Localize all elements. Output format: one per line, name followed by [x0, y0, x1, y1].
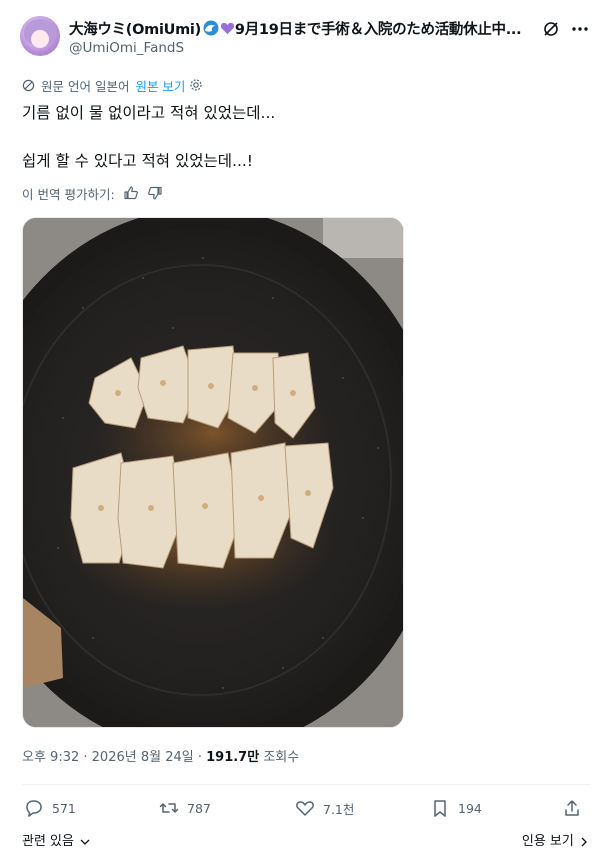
post-header: 大海ウミ(OmiUmi) 9月19日まで手術＆入院のため活動休止中... @Um…	[20, 16, 590, 62]
bookmark-icon	[434, 800, 446, 817]
meta-separator: ·	[79, 750, 92, 765]
gyoza-pan-image	[23, 218, 403, 727]
show-original-link[interactable]: 원본 보기	[135, 76, 185, 95]
views-count: 191.7만	[206, 750, 260, 765]
repost-count: 787	[187, 800, 211, 816]
grok-icon[interactable]	[542, 20, 560, 38]
name-row[interactable]: 大海ウミ(OmiUmi) 9月19日まで手術＆入院のため活動休止中...	[69, 18, 539, 38]
quote-view-link[interactable]: 인용 보기	[522, 830, 588, 849]
repost-icon	[159, 803, 179, 813]
reply-count: 571	[52, 800, 76, 816]
views-label: 조회수	[263, 750, 300, 765]
translate-icon	[22, 79, 35, 91]
more-icon[interactable]	[570, 20, 590, 38]
meta-separator-2: ·	[193, 750, 207, 765]
bookmark-button[interactable]: 194	[430, 795, 482, 821]
chevron-right-icon	[581, 837, 587, 846]
share-icon	[565, 800, 579, 816]
post-line-1: 기름 없이 물 없이라고 적혀 있었는데...	[22, 104, 276, 122]
share-button[interactable]	[562, 795, 590, 821]
heart-icon	[296, 801, 314, 816]
related-dropdown[interactable]: 관련 있음	[22, 830, 90, 849]
post-text: 기름 없이 물 없이라고 적혀 있었는데... 쉽게 할 수 있다고 적혀 있었…	[22, 101, 582, 173]
related-label: 관련 있음	[22, 834, 74, 849]
action-bar: 571 787 7.1천 194	[22, 795, 588, 821]
rate-translation-row: 이 번역 평가하기:	[22, 183, 163, 203]
post-date[interactable]: 2026년 8월 24일	[92, 750, 194, 765]
translation-note: 원문 언어 일본어	[41, 78, 130, 94]
avatar-face	[31, 30, 49, 48]
post-time[interactable]: 오후 9:32	[22, 750, 79, 765]
avatar[interactable]	[20, 16, 60, 56]
translation-note-row: 원문 언어 일본어 원본 보기	[22, 76, 203, 94]
gear-icon[interactable]	[189, 78, 203, 92]
quote-view-label: 인용 보기	[521, 834, 574, 849]
post-line-2: 쉽게 할 수 있다고 적혀 있었는데...!	[22, 152, 254, 170]
repost-button[interactable]: 787	[159, 795, 211, 821]
purple-heart-icon	[220, 22, 235, 34]
thumbs-down-icon[interactable]	[147, 185, 163, 201]
footer-row: 관련 있음 인용 보기	[22, 830, 588, 850]
display-name[interactable]: 大海ウミ(OmiUmi)	[69, 18, 201, 38]
chevron-down-icon	[80, 839, 90, 845]
bookmark-count: 194	[458, 800, 482, 816]
like-button[interactable]: 7.1천	[295, 795, 354, 821]
reply-button[interactable]: 571	[24, 795, 76, 821]
status-text: 9月19日まで手術＆入院のため活動休止中...	[234, 21, 522, 38]
post-meta-row: 오후 9:32 · 2026년 8월 24일 · 191.7만 조회수	[22, 746, 299, 765]
wave-icon	[203, 20, 219, 36]
rate-translation-label: 이 번역 평가하기:	[22, 186, 115, 202]
divider	[22, 784, 590, 785]
reply-icon	[26, 800, 42, 817]
handle[interactable]: @UmiOmi_FandS	[69, 40, 184, 56]
thumbs-up-icon[interactable]	[123, 185, 139, 201]
like-count: 7.1천	[323, 801, 355, 817]
post-photo[interactable]	[22, 217, 404, 728]
